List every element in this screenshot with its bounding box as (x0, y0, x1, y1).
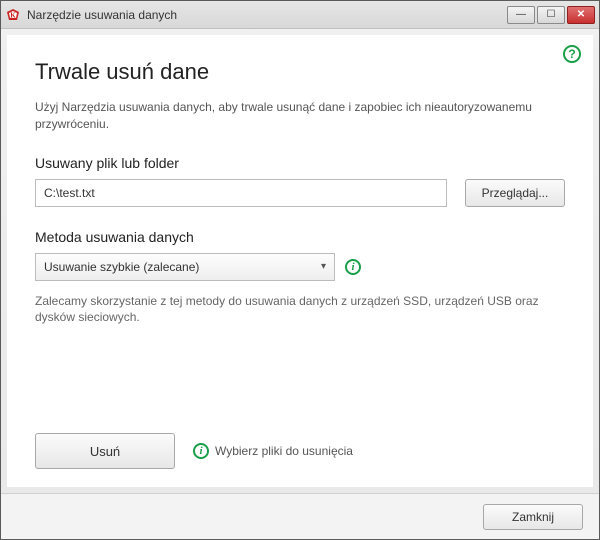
hint-info-icon: i (193, 443, 209, 459)
window-title: Narzędzie usuwania danych (27, 8, 507, 22)
method-select[interactable]: Usuwanie szybkie (zalecane) ▾ (35, 253, 335, 281)
page-title: Trwale usuń dane (35, 59, 565, 85)
browse-button[interactable]: Przeglądaj... (465, 179, 565, 207)
method-selected-text: Usuwanie szybkie (zalecane) (44, 260, 199, 274)
method-description: Zalecamy skorzystanie z tej metody do us… (35, 293, 565, 327)
maximize-button[interactable]: ☐ (537, 6, 565, 24)
footer-bar: Zamknij (1, 493, 599, 539)
delete-button[interactable]: Usuń (35, 433, 175, 469)
hint-text: Wybierz pliki do usunięcia (215, 444, 353, 458)
file-row: Przeglądaj... (35, 179, 565, 207)
svg-text:K: K (10, 11, 16, 19)
file-path-input[interactable] (35, 179, 447, 207)
help-icon[interactable]: ? (563, 45, 581, 63)
method-section-label: Metoda usuwania danych (35, 229, 565, 245)
window-frame: K Narzędzie usuwania danych — ☐ ✕ ? Trwa… (0, 0, 600, 540)
method-row: Usuwanie szybkie (zalecane) ▾ i (35, 253, 565, 281)
close-button[interactable]: ✕ (567, 6, 595, 24)
action-row: Usuń i Wybierz pliki do usunięcia (35, 413, 565, 469)
window-controls: — ☐ ✕ (507, 6, 595, 24)
content-area: ? Trwale usuń dane Użyj Narzędzia usuwan… (7, 35, 593, 487)
hint-row: i Wybierz pliki do usunięcia (193, 443, 353, 459)
intro-text: Użyj Narzędzia usuwania danych, aby trwa… (35, 99, 565, 133)
titlebar[interactable]: K Narzędzie usuwania danych — ☐ ✕ (1, 1, 599, 29)
file-section-label: Usuwany plik lub folder (35, 155, 565, 171)
close-dialog-button[interactable]: Zamknij (483, 504, 583, 530)
minimize-button[interactable]: — (507, 6, 535, 24)
app-icon: K (5, 7, 21, 23)
chevron-down-icon: ▾ (321, 261, 326, 272)
method-info-icon[interactable]: i (345, 259, 361, 275)
